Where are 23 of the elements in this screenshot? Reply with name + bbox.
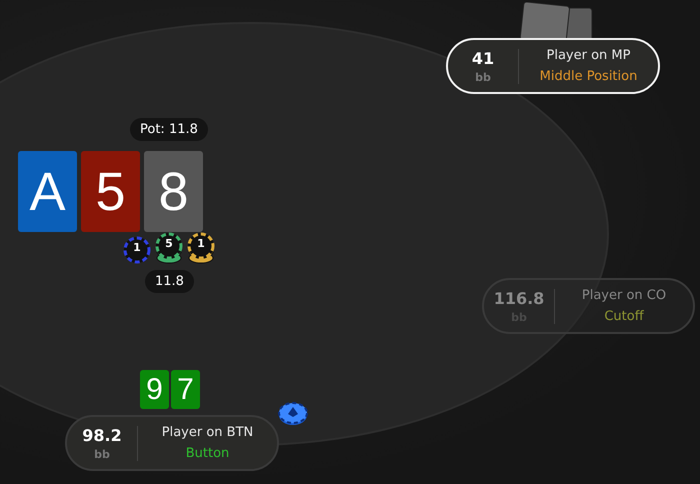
player-seat[interactable]: 98.2 bb Player on BTN Button <box>65 415 279 471</box>
chip-value: 1 <box>132 241 142 254</box>
player-name: Player on CO <box>582 288 666 303</box>
bet-amount: 11.8 <box>145 270 194 293</box>
board-card: 5 <box>81 151 140 232</box>
stack-unit: bb <box>475 70 491 84</box>
chip-value: 5 <box>164 237 174 250</box>
stack-size: 41 <box>472 48 494 68</box>
player-name: Player on MP <box>546 48 630 63</box>
board-card: A <box>18 151 77 232</box>
stack-size: 116.8 <box>494 288 544 308</box>
position-label: Middle Position <box>540 69 638 84</box>
position-label: Button <box>186 446 230 461</box>
hole-card: 7 <box>171 370 200 409</box>
player-name: Player on BTN <box>162 425 254 440</box>
pot-label: Pot: 11.8 <box>130 118 208 141</box>
stack-size: 98.2 <box>82 426 122 444</box>
position-label: Cutoff <box>604 309 644 324</box>
stack-unit: bb <box>94 448 110 460</box>
player-seat[interactable]: 41 bb Player on MP Middle Position <box>446 38 660 94</box>
chip-value: 1 <box>196 237 206 250</box>
board-card: 8 <box>144 151 203 232</box>
hole-card: 9 <box>140 370 169 409</box>
